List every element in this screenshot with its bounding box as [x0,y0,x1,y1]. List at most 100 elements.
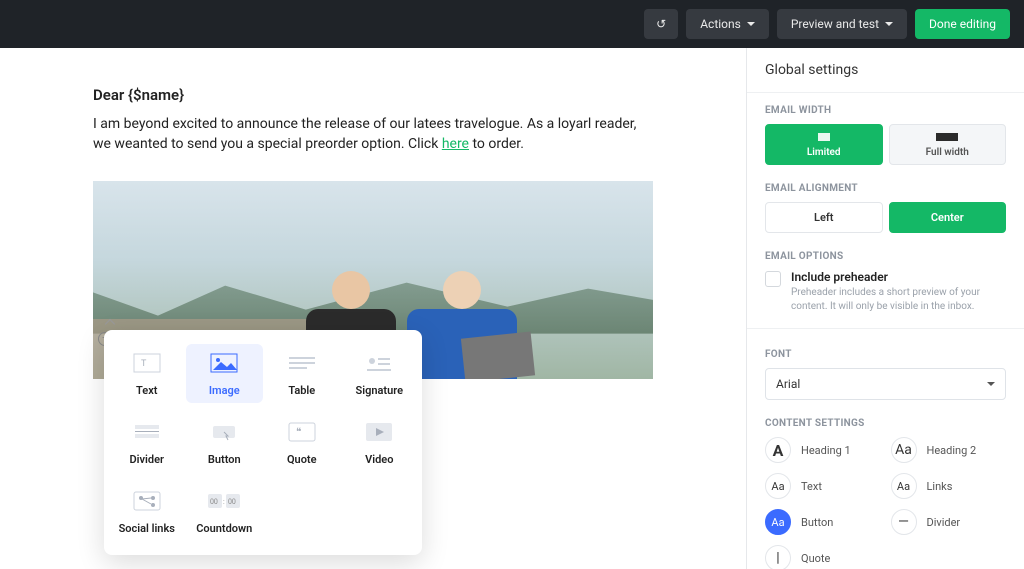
block-quote[interactable]: ❝ Quote [263,413,341,472]
block-image-label: Image [209,384,240,397]
divider [747,328,1024,329]
links-icon: Aa [891,473,917,499]
cs-links-label: Links [927,480,953,493]
done-editing-button[interactable]: Done editing [915,9,1010,39]
chevron-down-icon [987,382,995,386]
text-icon: Aa [765,473,791,499]
social-icon [130,488,164,514]
svg-text:❝: ❝ [296,427,301,438]
canvas: Dear {$name} I am beyond excited to anno… [0,48,746,569]
body-part2: to order. [469,136,524,152]
divider-icon [130,419,164,445]
preheader-help: Preheader includes a short preview of yo… [791,286,1006,314]
width-limited[interactable]: Limited [765,124,883,165]
cs-divider-label: Divider [927,516,961,529]
email-alignment-label: EMAIL ALIGNMENT [765,183,1006,194]
quote-swatch-icon: | [765,545,791,569]
font-label: FONT [765,349,1006,360]
font-value: Arial [776,377,800,391]
cs-quote-label: Quote [801,552,830,565]
align-center-label: Center [890,211,1006,224]
video-icon [362,419,396,445]
block-video[interactable]: Video [341,413,419,472]
heading1-icon: A [765,437,791,463]
block-video-label: Video [365,453,393,466]
laptop [460,331,534,379]
block-button-label: Button [208,453,241,466]
block-quote-label: Quote [287,453,317,466]
actions-button[interactable]: Actions [686,9,769,39]
block-text[interactable]: T Text [108,344,186,403]
limited-icon [818,133,830,141]
preheader-checkbox[interactable] [765,271,781,287]
block-button[interactable]: Button [186,413,264,472]
email-body: I am beyond excited to announce the rele… [93,114,653,155]
font-select[interactable]: Arial [765,368,1006,400]
chevron-down-icon [747,22,755,26]
heading2-icon: Aa [891,437,917,463]
cs-links[interactable]: Aa Links [891,473,1007,499]
content-settings-label: CONTENT SETTINGS [765,418,1006,429]
button-swatch-icon: Aa [765,509,791,535]
font-section: FONT Arial [747,337,1024,406]
global-settings-title[interactable]: Global settings [747,48,1024,93]
block-social-label: Social links [119,522,175,535]
email-width-section: EMAIL WIDTH Limited Full width [747,93,1024,171]
sidebar: Global settings EMAIL WIDTH Limited Full… [746,48,1024,569]
button-icon [207,419,241,445]
cs-heading1-label: Heading 1 [801,444,851,457]
block-signature-label: Signature [356,384,404,397]
svg-text:T: T [141,359,147,369]
block-menu: T Text Image Table Signature Divider [104,330,422,555]
cs-button-label: Button [801,516,833,529]
email-alignment-section: EMAIL ALIGNMENT Left Center [747,171,1024,239]
topbar: ↺ Actions Preview and test Done editing [0,0,1024,48]
width-full[interactable]: Full width [889,124,1007,165]
preheader-row[interactable]: Include preheader Preheader includes a s… [765,270,1006,314]
cs-heading2-label: Heading 2 [927,444,977,457]
block-countdown-label: Countdown [196,522,252,535]
cs-text-label: Text [801,480,822,493]
email-options-label: EMAIL OPTIONS [765,251,1006,262]
svg-text:00: 00 [210,498,218,506]
cs-quote[interactable]: | Quote [765,545,881,569]
align-left-label: Left [766,211,882,224]
chevron-up-icon [104,316,116,328]
cs-heading2[interactable]: Aa Heading 2 [891,437,1007,463]
block-divider-label: Divider [130,453,164,466]
width-limited-label: Limited [766,147,882,158]
body-link[interactable]: here [442,136,469,152]
email-options-section: EMAIL OPTIONS Include preheader Preheade… [747,239,1024,320]
history-button[interactable]: ↺ [644,9,678,39]
countdown-icon: 00:00 [207,488,241,514]
svg-text:00: 00 [228,498,236,506]
block-table[interactable]: Table [263,344,341,403]
table-icon [285,350,319,376]
actions-label: Actions [700,17,741,31]
signature-icon [362,350,396,376]
divider-swatch-icon: — [891,509,917,535]
block-image[interactable]: Image [186,344,264,403]
done-label: Done editing [929,17,996,31]
block-signature[interactable]: Signature [341,344,419,403]
block-divider[interactable]: Divider [108,413,186,472]
cs-text[interactable]: Aa Text [765,473,881,499]
align-center[interactable]: Center [889,202,1007,233]
preview-label: Preview and test [791,17,879,31]
align-left[interactable]: Left [765,202,883,233]
email-width-label: EMAIL WIDTH [765,105,1006,116]
cs-button[interactable]: Aa Button [765,509,881,535]
preview-button[interactable]: Preview and test [777,9,907,39]
history-icon: ↺ [656,17,666,31]
cs-divider[interactable]: — Divider [891,509,1007,535]
quote-icon: ❝ [285,419,319,445]
body-part1: I am beyond excited to announce the rele… [93,116,636,152]
email-greeting: Dear {$name} [93,86,653,104]
block-table-label: Table [288,384,315,397]
svg-text::: : [223,498,225,506]
chevron-down-icon [885,22,893,26]
block-countdown[interactable]: 00:00 Countdown [186,482,264,541]
preheader-label: Include preheader [791,270,1006,284]
block-social[interactable]: Social links [108,482,186,541]
cs-heading1[interactable]: A Heading 1 [765,437,881,463]
